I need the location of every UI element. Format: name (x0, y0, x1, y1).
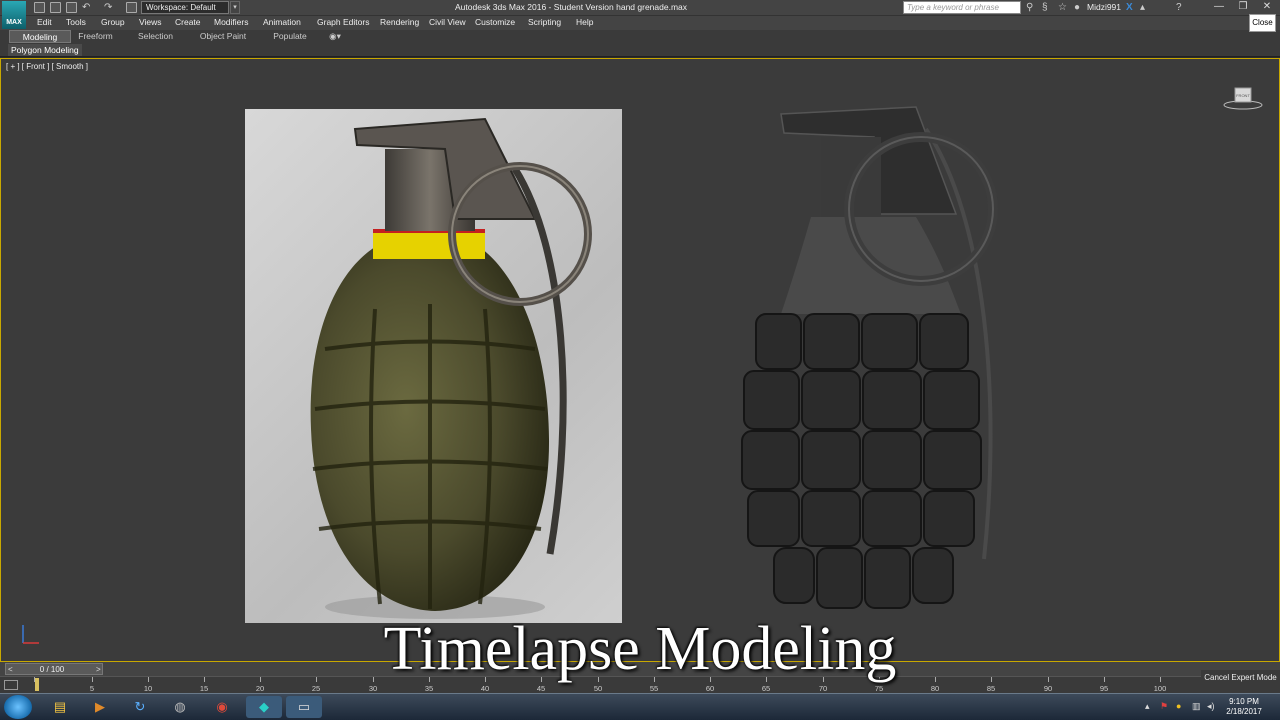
tick-label: 10 (143, 684, 153, 693)
tab-object-paint[interactable]: Object Paint (196, 30, 250, 43)
window-controls: — ❐ ✕ (1208, 0, 1280, 15)
help-icon[interactable]: ? (1176, 2, 1182, 13)
new-file-icon[interactable] (34, 2, 45, 13)
tick-label: 100 (1153, 684, 1167, 693)
ribbon-tabs: Modeling Freeform Selection Object Paint… (0, 30, 1280, 43)
menu-customize[interactable]: Customize (475, 17, 515, 27)
video-caption: Timelapse Modeling (383, 615, 897, 683)
tick-label: 30 (368, 684, 378, 693)
search-input[interactable]: Type a keyword or phrase (903, 1, 1021, 14)
tick-label: 65 (761, 684, 771, 693)
reference-image (245, 109, 622, 623)
binoculars-icon[interactable]: ⚲ (1026, 2, 1033, 13)
workspace-selector[interactable]: Workspace: Default (141, 1, 229, 14)
ribbon-panel: Polygon Modeling (0, 43, 1280, 57)
open-file-icon[interactable] (50, 2, 61, 13)
user-icon[interactable]: ● (1074, 2, 1080, 13)
tick-label: 20 (255, 684, 265, 693)
save-file-icon[interactable] (66, 2, 77, 13)
windows-taskbar: ▤ ▶ ↻ ◍ ◉ ◆ ▭ ▴ ⚑ ● ▥ ◂) 9:10 PM 2/18/20… (0, 693, 1280, 720)
network-app-icon[interactable]: ◍ (162, 696, 198, 718)
tick-label: 75 (874, 684, 884, 693)
restore-icon[interactable]: ❐ (1232, 0, 1254, 15)
tick-label: 55 (649, 684, 659, 693)
favorites-icon[interactable]: ☆ (1058, 2, 1067, 13)
viewcube-label: FRONT (1236, 93, 1250, 98)
tray-flag-icon[interactable]: ⚑ (1160, 701, 1168, 712)
app-logo[interactable]: MAX (2, 1, 26, 29)
tick-label: 80 (930, 684, 940, 693)
tick-label: 35 (424, 684, 434, 693)
tick-label: 90 (1043, 684, 1053, 693)
menu-scripting[interactable]: Scripting (528, 17, 561, 27)
tick-label: 70 (818, 684, 828, 693)
tab-modeling[interactable]: Modeling (9, 30, 71, 43)
grenade-3d-model[interactable] (726, 99, 1006, 619)
menu-animation[interactable]: Animation (263, 17, 301, 27)
title-bar: ↶ ↷ Workspace: Default ▾ Autodesk 3ds Ma… (0, 0, 1280, 16)
menu-create[interactable]: Create (175, 17, 201, 27)
exchange-icon[interactable]: X (1126, 2, 1133, 13)
menu-bar: Edit Tools Group Views Create Modifiers … (0, 16, 1280, 30)
grenade-photo (310, 117, 592, 619)
refresh-app-icon[interactable]: ↻ (122, 696, 158, 718)
viewcube[interactable]: FRONT (1223, 86, 1263, 110)
tray-app-icon[interactable]: ● (1176, 701, 1181, 711)
window-task-icon[interactable]: ▭ (286, 696, 322, 718)
window-title: Autodesk 3ds Max 2016 - Student Version … (455, 2, 688, 12)
tick-label: 60 (705, 684, 715, 693)
menu-views[interactable]: Views (139, 17, 162, 27)
tick-label: 85 (986, 684, 996, 693)
tick-label: 95 (1099, 684, 1109, 693)
network-icon[interactable]: ▥ (1192, 701, 1201, 712)
menu-tools[interactable]: Tools (66, 17, 86, 27)
close-tooltip: Close (1249, 14, 1276, 32)
viewport-label[interactable]: [ + ] [ Front ] [ Smooth ] (6, 62, 88, 71)
menu-group[interactable]: Group (101, 17, 125, 27)
tab-populate[interactable]: Populate (268, 30, 312, 43)
tab-selection[interactable]: Selection (133, 30, 178, 43)
menu-civil-view[interactable]: Civil View (429, 17, 466, 27)
redo-icon[interactable]: ↷ (104, 2, 112, 13)
file-explorer-icon[interactable]: ▤ (42, 696, 78, 718)
menu-graph-editors[interactable]: Graph Editors (317, 17, 369, 27)
chrome-icon[interactable]: ◉ (204, 696, 240, 718)
menu-edit[interactable]: Edit (37, 17, 52, 27)
tray-expand-icon[interactable]: ▴ (1145, 701, 1150, 712)
username[interactable]: Midzi991 (1087, 2, 1121, 12)
subscription-icon[interactable]: § (1042, 2, 1048, 13)
menu-help[interactable]: Help (576, 17, 593, 27)
tick-label: 15 (199, 684, 209, 693)
tab-freeform[interactable]: Freeform (73, 30, 118, 43)
menu-rendering[interactable]: Rendering (380, 17, 419, 27)
ribbon-options-icon[interactable]: ◉▾ (325, 30, 345, 43)
3ds-max-task-icon[interactable]: ◆ (246, 696, 282, 718)
polygon-modeling-panel[interactable]: Polygon Modeling (8, 44, 82, 56)
cart-icon[interactable]: ▴ (1140, 2, 1145, 13)
tick-label: 25 (311, 684, 321, 693)
clock-time[interactable]: 9:10 PM (1224, 697, 1264, 706)
tick-label: 50 (593, 684, 603, 693)
close-icon[interactable]: ✕ (1256, 0, 1278, 15)
start-button[interactable] (4, 695, 32, 719)
tick-label: 45 (536, 684, 546, 693)
undo-icon[interactable]: ↶ (82, 2, 90, 13)
front-viewport[interactable]: [ + ] [ Front ] [ Smooth ] FRONT (0, 58, 1280, 662)
volume-icon[interactable]: ◂) (1207, 701, 1215, 712)
media-player-icon[interactable]: ▶ (82, 696, 118, 718)
chevron-down-icon[interactable]: ▾ (230, 1, 240, 14)
tick-label: 5 (89, 684, 95, 693)
project-folder-icon[interactable] (126, 2, 137, 13)
minimize-icon[interactable]: — (1208, 0, 1230, 15)
menu-modifiers[interactable]: Modifiers (214, 17, 248, 27)
clock-date[interactable]: 2/18/2017 (1224, 707, 1264, 716)
tick-label: 40 (480, 684, 490, 693)
